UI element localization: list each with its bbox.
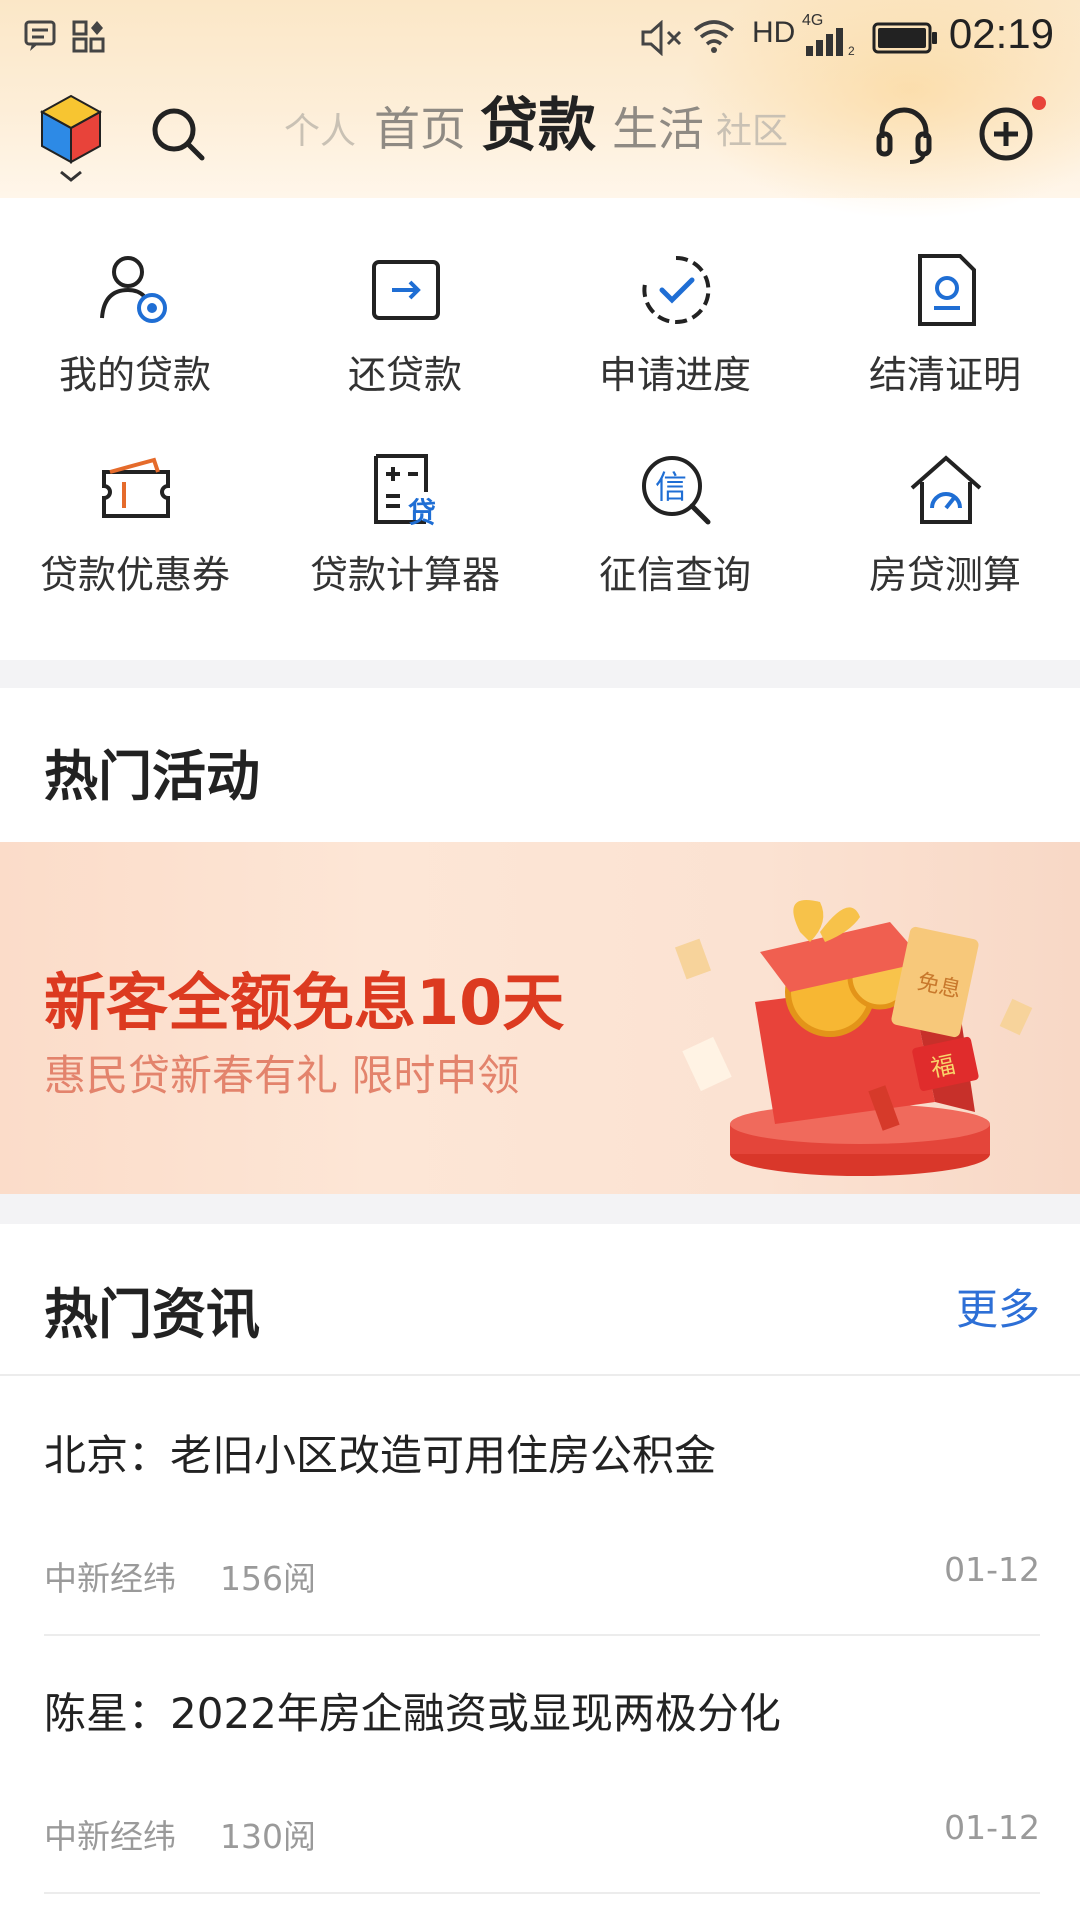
service-label: 贷款优惠券 bbox=[39, 553, 230, 597]
calculator-icon: 贷 bbox=[374, 454, 436, 528]
headset-icon[interactable] bbox=[874, 104, 934, 164]
service-settlement[interactable]: 结清证明 bbox=[810, 244, 1080, 404]
battery-icon bbox=[872, 22, 937, 54]
tab-personal[interactable]: 个人 bbox=[284, 114, 356, 150]
svg-text:2: 2 bbox=[848, 44, 855, 56]
news-item-reads: 130阅 bbox=[220, 1817, 316, 1856]
service-progress[interactable]: 申请进度 bbox=[540, 244, 810, 404]
certificate-icon bbox=[918, 254, 976, 326]
tab-home[interactable]: 首页 bbox=[374, 106, 466, 152]
coupon-icon bbox=[102, 457, 170, 518]
credit-search-icon: 信 bbox=[642, 456, 711, 525]
service-repay[interactable]: 还贷款 bbox=[270, 244, 540, 404]
news-item-source: 中新经纬 bbox=[44, 1559, 176, 1598]
svg-text:信: 信 bbox=[655, 468, 687, 506]
gift-box-illustration: 免息 福 bbox=[674, 900, 1033, 1176]
service-calculator[interactable]: 贷 贷款计算器 bbox=[270, 444, 540, 604]
news-item-title: 北京：老旧小区改造可用住房公积金 bbox=[44, 1431, 717, 1480]
app-logo-icon[interactable] bbox=[36, 92, 106, 184]
network-type: HD bbox=[752, 16, 796, 49]
progress-check-icon bbox=[642, 255, 711, 324]
user-loan-icon bbox=[100, 256, 167, 323]
tab-community[interactable]: 社区 bbox=[716, 114, 788, 150]
news-item-date: 01-12 bbox=[944, 1550, 1040, 1589]
service-mortgage[interactable]: 房贷测算 bbox=[810, 444, 1080, 604]
service-label: 贷款计算器 bbox=[309, 553, 500, 597]
service-label: 申请进度 bbox=[598, 353, 751, 397]
promo-banner[interactable]: 新客全额免息10天 惠民贷新春有礼 限时申领 免息 福 bbox=[0, 842, 1080, 1194]
service-label: 房贷测算 bbox=[868, 553, 1021, 597]
apps-icon bbox=[72, 20, 105, 53]
news-divider bbox=[44, 1892, 1040, 1894]
news-item-title: 陈星：2022年房企融资或显现两极分化 bbox=[44, 1689, 781, 1738]
wifi-icon bbox=[693, 20, 735, 53]
service-label: 征信查询 bbox=[598, 553, 751, 597]
news-item-date: 01-12 bbox=[944, 1808, 1040, 1847]
section-divider bbox=[0, 1194, 1080, 1224]
status-time: 02:19 bbox=[948, 10, 1054, 57]
service-my-loan[interactable]: 我的贷款 bbox=[0, 244, 270, 404]
repay-icon bbox=[372, 260, 440, 320]
mute-icon bbox=[641, 20, 682, 56]
service-credit[interactable]: 信 征信查询 bbox=[540, 444, 810, 604]
add-icon[interactable] bbox=[978, 104, 1038, 164]
tab-life[interactable]: 生活 bbox=[612, 106, 704, 152]
news-header-divider bbox=[0, 1374, 1080, 1376]
signal-icon: 2 bbox=[806, 28, 855, 56]
service-label: 我的贷款 bbox=[58, 353, 211, 397]
search-icon[interactable] bbox=[150, 106, 206, 162]
house-gauge-icon bbox=[910, 455, 982, 524]
banner-subline: 惠民贷新春有礼 限时申领 bbox=[44, 1051, 520, 1100]
banner-headline: 新客全额免息10天 bbox=[44, 966, 565, 1039]
news-item-reads: 156阅 bbox=[220, 1559, 316, 1598]
activities-title: 热门活动 bbox=[44, 745, 260, 808]
svg-text:贷: 贷 bbox=[408, 496, 436, 528]
service-coupon[interactable]: 贷款优惠券 bbox=[0, 444, 270, 604]
news-title: 热门资讯 bbox=[44, 1283, 260, 1346]
notification-dot bbox=[1032, 96, 1046, 110]
news-divider bbox=[44, 1634, 1040, 1636]
section-divider bbox=[0, 660, 1080, 688]
service-label: 结清证明 bbox=[868, 353, 1021, 397]
status-bar: HD 4G 2 02:19 bbox=[0, 0, 1080, 74]
message-icon bbox=[24, 20, 56, 51]
news-item-source: 中新经纬 bbox=[44, 1817, 176, 1856]
more-link[interactable]: 更多 bbox=[956, 1276, 1040, 1337]
tab-loan[interactable]: 贷款 bbox=[480, 96, 596, 154]
service-label: 还贷款 bbox=[347, 353, 462, 397]
